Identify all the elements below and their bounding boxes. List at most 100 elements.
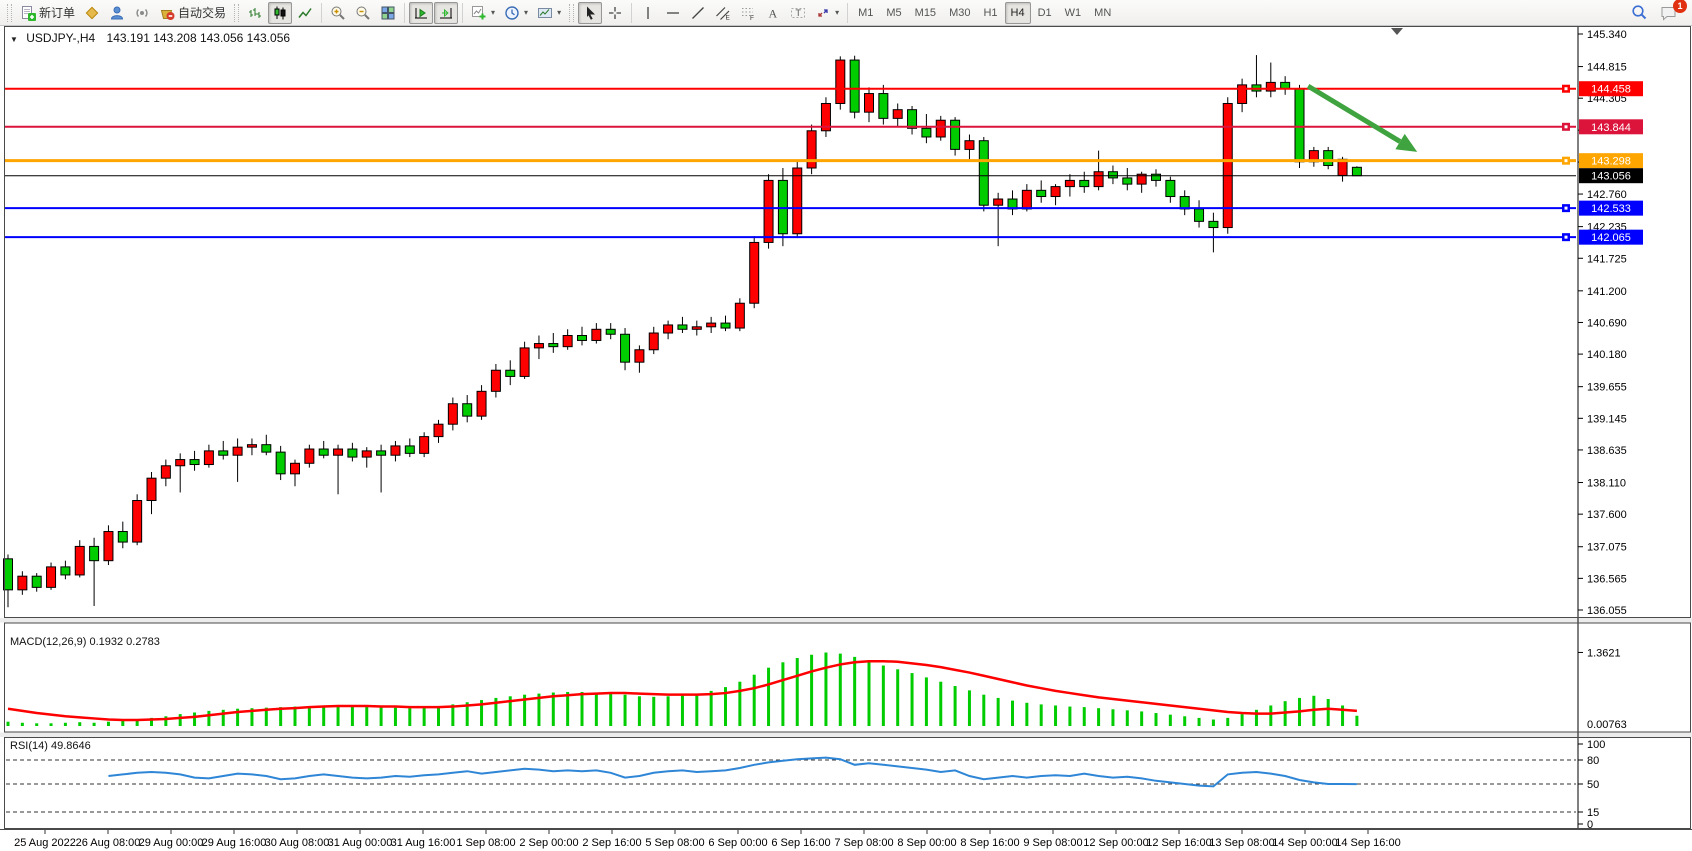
tab-timeframe-m5[interactable]: M5 [880, 2, 907, 24]
tab-timeframe-m30[interactable]: M30 [943, 2, 976, 24]
search-button[interactable] [1627, 2, 1652, 24]
candle-body [1094, 172, 1103, 187]
candle-body [1080, 180, 1089, 186]
news-button[interactable] [130, 2, 154, 24]
crosshair-icon [607, 5, 623, 21]
notification-badge: 1 [1673, 0, 1687, 13]
crosshair-button[interactable] [603, 2, 627, 24]
toolbar-grip[interactable] [234, 4, 239, 22]
candle-body [133, 501, 142, 543]
vertical-line-icon [640, 5, 656, 21]
chart-ohlc-values: 143.191 143.208 143.056 143.056 [107, 31, 291, 45]
tab-timeframe-m1[interactable]: M1 [852, 2, 879, 24]
price-tick-label: 138.635 [1587, 445, 1627, 457]
candle-body [621, 334, 630, 362]
candle-body [377, 451, 386, 455]
tab-timeframe-d1[interactable]: D1 [1032, 2, 1058, 24]
candle-body [1166, 180, 1175, 196]
templates-button[interactable]: ▾ [533, 2, 565, 24]
toolbar-grip[interactable] [7, 4, 12, 22]
candle-body [793, 168, 802, 234]
tab-timeframe-w1[interactable]: W1 [1059, 2, 1088, 24]
candlestick-chart-button[interactable] [268, 2, 292, 24]
time-tick-label: 2 Sep 16:00 [582, 837, 641, 849]
candle-body [1209, 221, 1218, 227]
vertical-line-button[interactable] [636, 2, 660, 24]
arrows-button[interactable]: ▾ [811, 2, 843, 24]
macd-zero-label: 0.00763 [1587, 719, 1627, 731]
candle-body [592, 329, 601, 340]
market-button[interactable] [80, 2, 104, 24]
candle-body [1195, 209, 1204, 221]
zoom-out-button[interactable] [351, 2, 375, 24]
pane-splitter[interactable] [0, 618, 1692, 623]
price-tag-label: 143.056 [1591, 171, 1631, 183]
candle-body [563, 335, 572, 346]
candle-body [75, 546, 84, 575]
time-tick-label: 8 Sep 00:00 [897, 837, 956, 849]
indicators-button[interactable]: ▾ [467, 2, 499, 24]
time-tick-label: 6 Sep 16:00 [771, 837, 830, 849]
trendline-button[interactable] [686, 2, 710, 24]
zoom-in-button[interactable] [326, 2, 350, 24]
chart-title: ▼ USDJPY-,H4 143.191 143.208 143.056 143… [10, 31, 290, 45]
text-label-button[interactable]: T [786, 2, 810, 24]
candle-body [1065, 180, 1074, 186]
auto-scroll-button[interactable] [409, 2, 433, 24]
price-tick-label: 144.815 [1587, 62, 1627, 74]
price-tick-label: 137.600 [1587, 509, 1627, 521]
toolbar-grip[interactable] [569, 4, 574, 22]
tab-timeframe-h4[interactable]: H4 [1005, 2, 1031, 24]
time-tick-label: 14 Sep 00:00 [1272, 837, 1337, 849]
candle-body [764, 180, 773, 242]
new-order-label: 新订单 [39, 4, 75, 21]
fibonacci-button[interactable]: F [736, 2, 760, 24]
new-order-button[interactable]: 新订单 [16, 2, 79, 24]
candle-body [678, 325, 687, 329]
broadcast-icon [134, 5, 150, 21]
candle-body [578, 335, 587, 340]
rsi-indicator-label: RSI(14) 49.8646 [10, 740, 91, 752]
tab-timeframe-mn[interactable]: MN [1088, 2, 1117, 24]
chart-dropdown-icon[interactable]: ▼ [10, 35, 18, 44]
auto-scroll-icon [413, 5, 429, 21]
bar-chart-button[interactable] [243, 2, 267, 24]
cursor-button[interactable] [578, 2, 602, 24]
dropdown-arrow-icon: ▾ [491, 8, 495, 17]
tab-timeframe-m15[interactable]: M15 [909, 2, 942, 24]
toolbar-separator [462, 3, 463, 23]
price-tick-label: 141.725 [1587, 253, 1627, 265]
tab-timeframe-h1[interactable]: H1 [977, 2, 1003, 24]
candle-body [1352, 167, 1361, 175]
signals-button[interactable] [105, 2, 129, 24]
text-button[interactable]: A [761, 2, 785, 24]
trendline-icon [690, 5, 706, 21]
notifications-button[interactable]: 1 [1656, 2, 1682, 24]
line-chart-button[interactable] [293, 2, 317, 24]
time-tick-label: 31 Aug 16:00 [391, 837, 456, 849]
toolbar-separator [404, 3, 405, 23]
chart-canvas[interactable]: 145.340144.815144.305143.790143.275142.7… [0, 26, 1692, 851]
time-tick-label: 31 Aug 00:00 [328, 837, 393, 849]
candle-body [1051, 187, 1060, 197]
channel-button[interactable]: E [711, 2, 735, 24]
chart-shift-button[interactable] [434, 2, 458, 24]
dropdown-arrow-icon: ▾ [835, 8, 839, 17]
candle-body [721, 323, 730, 328]
horizontal-line-button[interactable] [661, 2, 685, 24]
time-tick-label: 12 Sep 00:00 [1083, 837, 1148, 849]
rsi-tick-label: 100 [1587, 739, 1605, 751]
periods-button[interactable]: ▾ [500, 2, 532, 24]
candle-body [32, 576, 41, 587]
clock-icon [504, 5, 520, 21]
candle-body [664, 325, 673, 333]
tile-windows-button[interactable] [376, 2, 400, 24]
candle-body [448, 404, 457, 424]
rsi-tick-label: 50 [1587, 779, 1599, 791]
auto-trading-button[interactable]: 自动交易 [155, 2, 230, 24]
time-tick-label: 1 Sep 08:00 [456, 837, 515, 849]
candle-body [606, 329, 615, 334]
candle-body [807, 131, 816, 168]
pane-splitter[interactable] [0, 733, 1692, 738]
svg-text:A: A [769, 6, 778, 20]
